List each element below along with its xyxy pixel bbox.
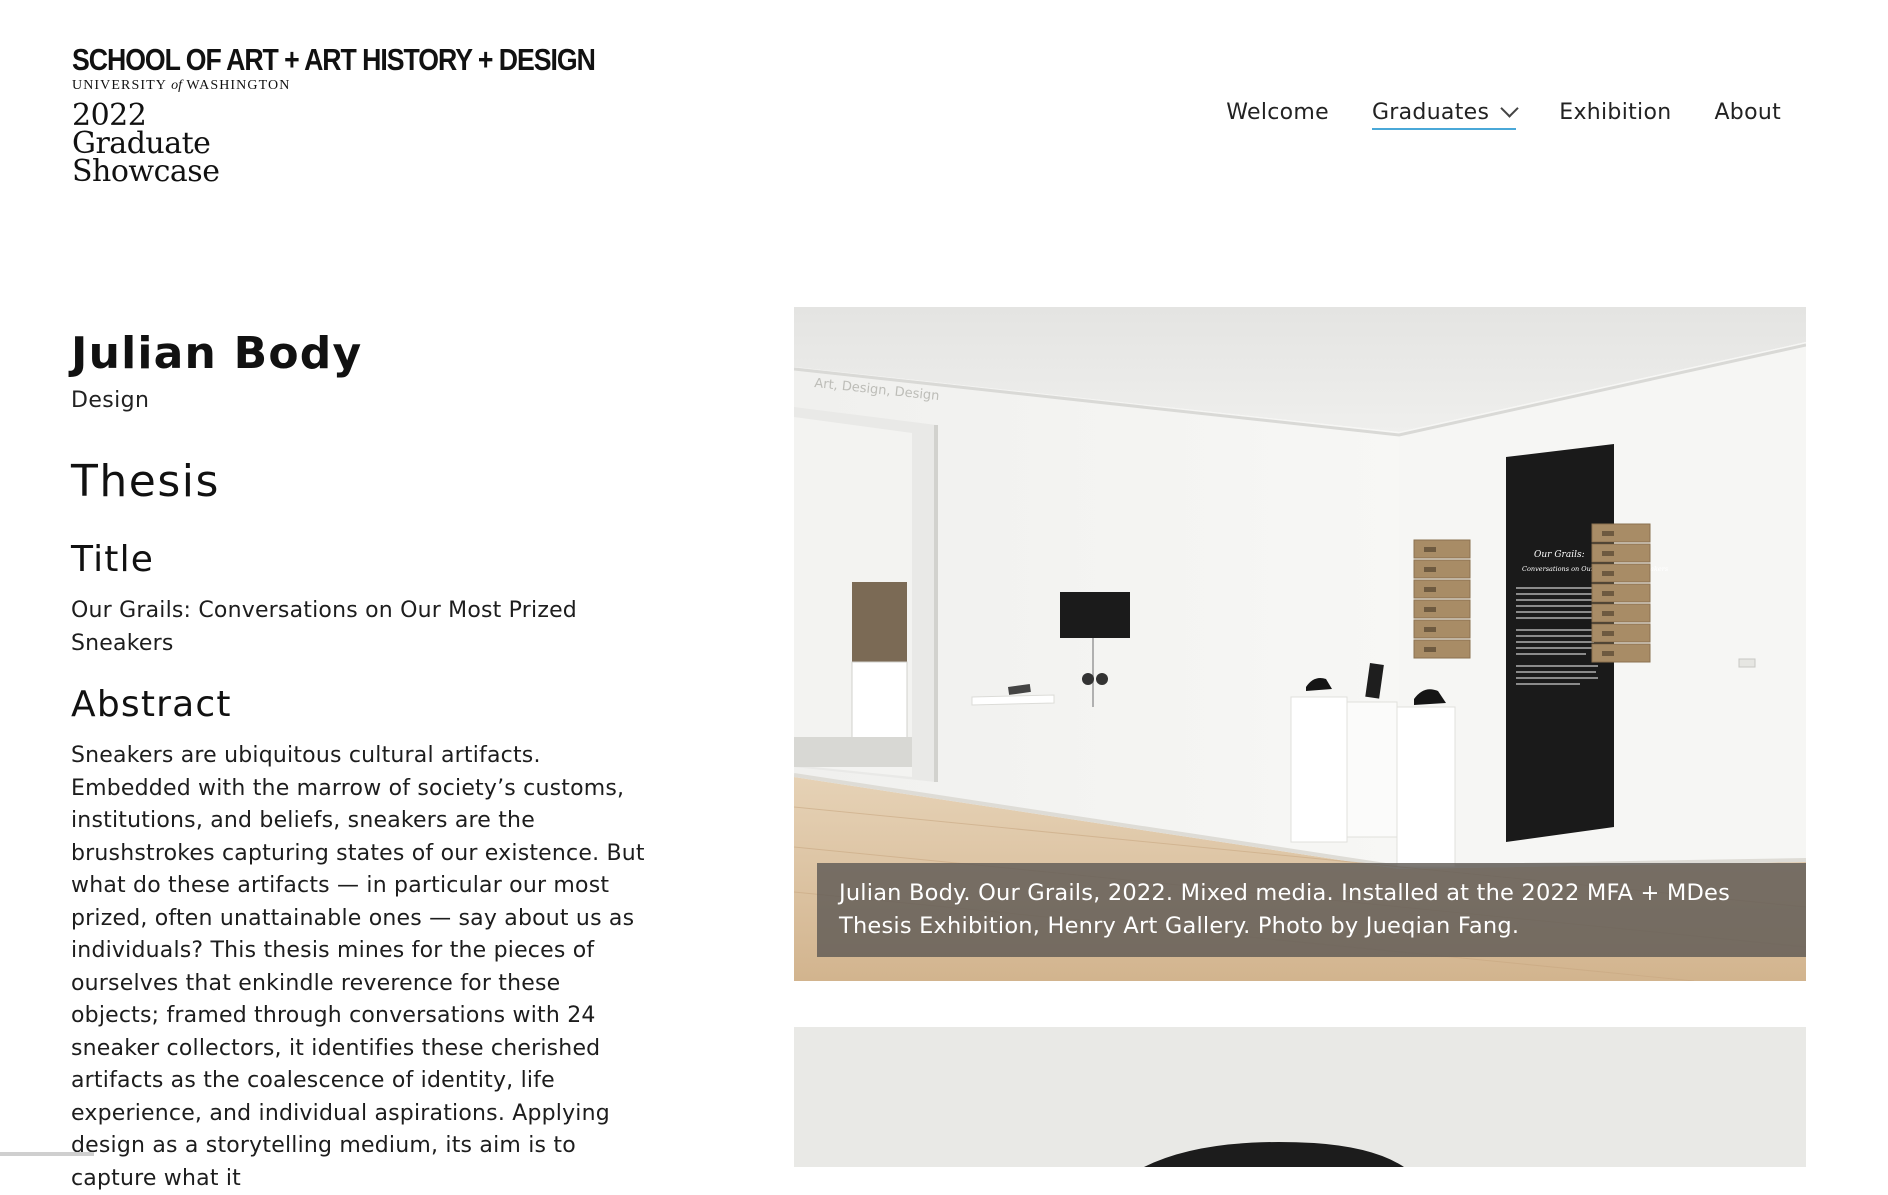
nav-item-exhibition[interactable]: Exhibition (1559, 100, 1671, 130)
panel-heading: Our Grails: (1534, 550, 1585, 560)
student-profile: Julian Body Design Thesis Title Our Grai… (71, 326, 651, 1195)
artwork-left (852, 582, 907, 662)
nav-item-label: About (1714, 100, 1781, 125)
student-department: Design (71, 388, 150, 413)
thesis-title: Our Grails: Conversations on Our Most Pr… (71, 598, 577, 656)
student-name: Julian Body (71, 328, 363, 379)
logo-university-post: WASHINGTON (186, 78, 291, 93)
logo-university-of: of (171, 78, 182, 93)
sneaker-detail-image (794, 1027, 1806, 1167)
thesis-heading: Thesis (71, 456, 220, 507)
logo-university: UNIVERSITY of WASHINGTON (72, 78, 680, 94)
abstract-heading: Abstract (71, 684, 232, 725)
nav-item-about[interactable]: About (1714, 100, 1781, 130)
installation-photo[interactable]: Art, Design, Design Our Grails: Conversa… (794, 307, 1806, 981)
main-nav: Welcome Graduates Exhibition About (1226, 99, 1781, 130)
thesis-abstract: Sneakers are ubiquitous cultural artifac… (71, 743, 645, 1191)
logo-showcase-title: 2022 Graduate Showcase (72, 101, 680, 189)
nav-item-label: Graduates (1371, 100, 1490, 125)
logo-university-pre: UNIVERSITY (72, 78, 167, 93)
monitor-display (1060, 592, 1130, 638)
shoebox-stack-right (1591, 523, 1651, 663)
horizontal-scrollbar[interactable] (0, 1152, 94, 1156)
nav-item-graduates[interactable]: Graduates (1371, 99, 1519, 130)
nav-item-label: Welcome (1226, 100, 1329, 125)
photo-caption: Julian Body. Our Grails, 2022. Mixed med… (817, 863, 1806, 957)
nav-item-welcome[interactable]: Welcome (1226, 100, 1329, 130)
chevron-down-icon (1500, 99, 1519, 118)
logo-school-name: SCHOOL OF ART + ART HISTORY + DESIGN (72, 42, 596, 77)
title-heading: Title (71, 539, 155, 580)
sneaker-photo[interactable] (794, 1027, 1806, 1167)
logo-showcase-showcase: Showcase (72, 154, 220, 189)
site-logo[interactable]: SCHOOL OF ART + ART HISTORY + DESIGN UNI… (72, 42, 680, 189)
nav-item-label: Exhibition (1559, 100, 1672, 125)
